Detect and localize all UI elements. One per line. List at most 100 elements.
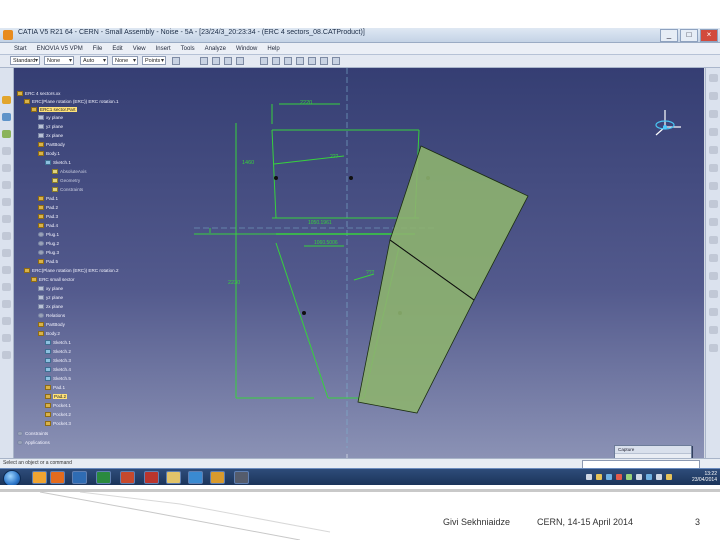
tree-item[interactable]: ERC 4 sectors.xx <box>17 91 60 97</box>
menu-start[interactable]: Start <box>0 46 32 52</box>
tree-item[interactable]: zx plane <box>38 304 63 310</box>
line-type-select[interactable]: Auto <box>80 56 108 66</box>
tree-item[interactable]: yz plane <box>38 124 63 130</box>
constraint-tool-icon[interactable] <box>2 300 11 308</box>
window-title-bar[interactable]: CATIA V5 R21 64 - CERN - Small Assembly … <box>0 28 720 43</box>
tree-item[interactable]: Sketch.1 <box>45 160 71 166</box>
taskbar-powerpoint-icon[interactable] <box>120 471 135 484</box>
tray-icon[interactable] <box>646 474 652 480</box>
draft-icon[interactable] <box>709 218 718 226</box>
tree-item[interactable]: PartBody <box>38 142 65 148</box>
tree-item[interactable]: Constraints <box>52 187 83 193</box>
pad-icon[interactable] <box>709 74 718 82</box>
tree-item[interactable]: Pad.2 <box>38 205 58 211</box>
line-icon[interactable] <box>2 147 11 155</box>
trim-icon[interactable] <box>2 249 11 257</box>
animate-icon[interactable] <box>2 334 11 342</box>
normal-view-icon[interactable] <box>308 57 316 65</box>
taskbar-acrobat-icon[interactable] <box>144 471 159 484</box>
tree-item[interactable]: Sketch.3 <box>45 358 71 364</box>
taskbar-mediaplayer-icon[interactable] <box>50 471 65 484</box>
tree-item[interactable]: Plug.1 <box>38 232 59 238</box>
rotate-icon[interactable] <box>272 57 280 65</box>
line-weight-select[interactable]: None <box>112 56 138 66</box>
rotate-tool-icon[interactable] <box>709 326 718 334</box>
tree-item[interactable]: ERC(Plane rotation (ERC)) ERC rotation.1 <box>24 99 119 105</box>
tree-item[interactable]: ERC(Plane rotation (ERC)) ERC rotation.2 <box>24 268 119 274</box>
tree-item[interactable]: Sketch.5 <box>45 376 71 382</box>
menu-file[interactable]: File <box>88 46 108 52</box>
tree-item[interactable]: Pad.1 <box>45 385 65 391</box>
menu-analyze[interactable]: Analyze <box>200 46 231 52</box>
snap-icon[interactable] <box>200 57 208 65</box>
tree-item[interactable]: ERC small sector <box>31 277 74 283</box>
taskbar-folder-icon[interactable] <box>32 471 47 484</box>
groove-icon[interactable] <box>709 128 718 136</box>
tree-item[interactable]: ERC1 sector.Part <box>31 107 77 113</box>
menu-help[interactable]: Help <box>262 46 284 52</box>
compass-icon[interactable] <box>647 105 691 141</box>
tree-item[interactable]: xy plane <box>38 286 63 292</box>
tree-item[interactable]: Sketch.1 <box>45 340 71 346</box>
tree-item[interactable]: Constraints <box>17 431 48 437</box>
tree-item[interactable]: Body.1 <box>38 151 60 157</box>
pocket-icon[interactable] <box>709 92 718 100</box>
zoom-icon[interactable] <box>260 57 268 65</box>
start-button[interactable] <box>3 470 21 485</box>
fillet-icon[interactable] <box>709 200 718 208</box>
pan-icon[interactable] <box>284 57 292 65</box>
tray-icon[interactable] <box>666 474 672 480</box>
construction-icon[interactable] <box>224 57 232 65</box>
thickness-icon[interactable] <box>709 254 718 262</box>
tree-item[interactable]: xy plane <box>38 115 63 121</box>
rib-icon[interactable] <box>709 164 718 172</box>
minimize-button[interactable]: _ <box>660 29 678 42</box>
layer-select[interactable]: None <box>44 56 74 66</box>
slot-icon[interactable] <box>709 182 718 190</box>
taskbar-explorer-icon[interactable] <box>166 471 181 484</box>
spline-icon[interactable] <box>2 181 11 189</box>
3d-viewport[interactable]: 2220 1460 ??? 1050.1961 1060.5006 2230 ?… <box>14 68 704 481</box>
tray-icon[interactable] <box>626 474 632 480</box>
system-clock[interactable]: 13:22 23/04/2014 <box>691 471 717 483</box>
tree-item[interactable]: Pad.5 <box>38 259 58 265</box>
fit-all-icon[interactable] <box>296 57 304 65</box>
tree-item[interactable]: Sketch.4 <box>45 367 71 373</box>
chamfer-icon[interactable] <box>2 232 11 240</box>
tray-icon[interactable] <box>656 474 662 480</box>
taskbar-catia-icon[interactable] <box>210 471 225 484</box>
point-icon[interactable] <box>2 198 11 206</box>
shaft-icon[interactable] <box>709 110 718 118</box>
hole-icon[interactable] <box>709 146 718 154</box>
tray-icon[interactable] <box>596 474 602 480</box>
tree-item[interactable]: Pocket.2 <box>45 412 71 418</box>
tree-item[interactable]: Pad.2 <box>45 394 68 400</box>
tree-item[interactable]: Geometry <box>52 178 80 184</box>
close-button[interactable]: × <box>700 29 718 42</box>
taskbar-excel-icon[interactable] <box>96 471 111 484</box>
tree-item[interactable]: Pad.1 <box>38 196 58 202</box>
tree-item[interactable]: zx plane <box>38 133 63 139</box>
grid-icon[interactable] <box>212 57 220 65</box>
mirror-icon[interactable] <box>2 266 11 274</box>
menu-enovia[interactable]: ENOVIA V5 VPM <box>32 46 88 52</box>
tree-item[interactable]: PartBody <box>38 322 65 328</box>
tree-item[interactable]: Body.2 <box>38 331 60 337</box>
pattern-icon[interactable] <box>709 290 718 298</box>
taskbar-word-icon[interactable] <box>72 471 87 484</box>
menu-edit[interactable]: Edit <box>107 46 127 52</box>
shading-icon[interactable] <box>320 57 328 65</box>
fix-icon[interactable] <box>2 317 11 325</box>
tree-item[interactable]: Sketch.2 <box>45 349 71 355</box>
tree-item[interactable]: Pocket.1 <box>45 403 71 409</box>
tree-item[interactable]: Relations <box>38 313 65 319</box>
menu-view[interactable]: View <box>128 46 151 52</box>
tree-item[interactable]: AbsoluteAxis <box>52 169 87 175</box>
analysis-icon[interactable] <box>2 351 11 359</box>
standard-select[interactable]: Standard <box>10 56 40 66</box>
project-icon[interactable] <box>2 283 11 291</box>
tray-icon[interactable] <box>586 474 592 480</box>
menu-window[interactable]: Window <box>231 46 262 52</box>
profile-icon[interactable] <box>2 130 11 138</box>
points-select[interactable]: Points <box>142 56 166 66</box>
